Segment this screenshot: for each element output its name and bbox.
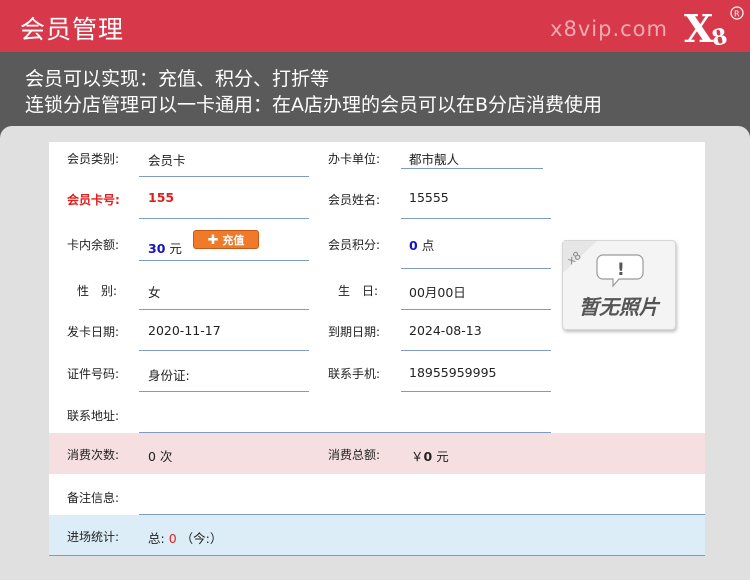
phone-underline [401, 391, 551, 392]
issue-date-underline [139, 350, 309, 351]
card-no-label: 会员卡号: [67, 193, 120, 207]
visit-field: 总: 0 （今:） [148, 528, 222, 547]
points-value: 0 [409, 238, 418, 253]
intro-line-1: 会员可以实现：充值、积分、打折等 [25, 68, 330, 90]
visit-prefix: 总: [148, 531, 165, 546]
remark-label: 备注信息: [67, 491, 120, 505]
card-no-underline [139, 218, 309, 219]
gender-underline [139, 309, 309, 310]
expire-date-label: 到期日期: [328, 325, 381, 339]
balance-field[interactable]: 30 元 [148, 238, 182, 257]
issuer-underline [401, 168, 543, 169]
svg-text:!: ! [617, 260, 625, 280]
card-type-label: 会员类别: [67, 152, 120, 166]
birthday-label: 生 日: [338, 284, 379, 298]
consume-total-label: 消费总额: [328, 448, 381, 462]
balance-value: 30 [148, 241, 166, 256]
recharge-button[interactable]: ✚ 充值 [193, 230, 259, 249]
header-bar: 会员管理 x8vip.com X 8 R [0, 0, 750, 52]
gender-label: 性 别: [77, 284, 118, 298]
birthday-value[interactable]: 00月00日 [409, 282, 466, 301]
card-type-value[interactable]: 会员卡 [148, 150, 186, 169]
consume-row: 消费次数: 0 次 消费总额: ￥0 元 [49, 433, 705, 474]
member-name-label: 会员姓名: [328, 193, 381, 207]
consume-count-value: 0 次 [148, 449, 173, 464]
x8-logo: X 8 R [684, 6, 744, 50]
member-card-form: 会员类别: 会员卡 办卡单位: 都市靓人 会员卡号: 155 会员姓名: 155… [49, 142, 705, 556]
recharge-label: 充值 [222, 234, 245, 247]
phone-label: 联系手机: [328, 367, 381, 381]
balance-underline [139, 260, 309, 261]
site-url: x8vip.com [550, 17, 668, 41]
expire-date-value[interactable]: 2024-08-13 [409, 323, 482, 338]
consume-count-label: 消费次数: [67, 448, 120, 462]
member-name-underline [401, 218, 551, 219]
visit-label: 进场统计: [67, 530, 120, 544]
member-photo-placeholder[interactable]: x8 ! 暂无照片 [562, 240, 676, 330]
gender-value[interactable]: 女 [148, 282, 161, 301]
points-label: 会员积分: [328, 238, 381, 252]
address-label: 联系地址: [67, 409, 120, 423]
balance-unit: 元 [169, 241, 182, 256]
issuer-value[interactable]: 都市靓人 [409, 149, 459, 168]
id-underline [139, 391, 309, 392]
plus-icon: ✚ [207, 233, 219, 248]
svg-text:R: R [734, 10, 740, 19]
expire-date-underline [401, 350, 551, 351]
consume-total-prefix: ￥ [411, 449, 424, 464]
visit-suffix: （今:） [180, 531, 223, 546]
points-underline [401, 268, 551, 269]
balance-label: 卡内余额: [67, 238, 120, 252]
consume-total-value: 0 [423, 449, 433, 464]
points-field[interactable]: 0 点 [409, 235, 434, 254]
no-photo-text: 暂无照片 [579, 295, 659, 319]
issuer-label: 办卡单位: [328, 152, 381, 166]
id-label: 证件号码: [67, 367, 120, 381]
visit-row: 进场统计: 总: 0 （今:） [49, 515, 705, 556]
consume-total-field: ￥0 元 [411, 446, 449, 465]
page-title: 会员管理 [20, 15, 125, 44]
visit-value: 0 [168, 531, 177, 546]
issue-date-value[interactable]: 2020-11-17 [148, 323, 221, 338]
member-name-value[interactable]: 15555 [409, 190, 449, 205]
photo-badge-icon: x8 ! [563, 241, 644, 288]
points-unit: 点 [421, 238, 435, 253]
card-no-value[interactable]: 155 [148, 190, 174, 205]
intro-line-2: 连锁分店管理可以一卡通用：在A店办理的会员可以在B分店消费使用 [25, 94, 603, 116]
birthday-underline [401, 309, 551, 310]
phone-value[interactable]: 18955959995 [409, 365, 496, 380]
id-value[interactable]: 身份证: [148, 365, 190, 384]
issue-date-label: 发卡日期: [67, 325, 120, 339]
card-type-underline [139, 176, 309, 177]
consume-total-unit: 元 [436, 449, 449, 464]
